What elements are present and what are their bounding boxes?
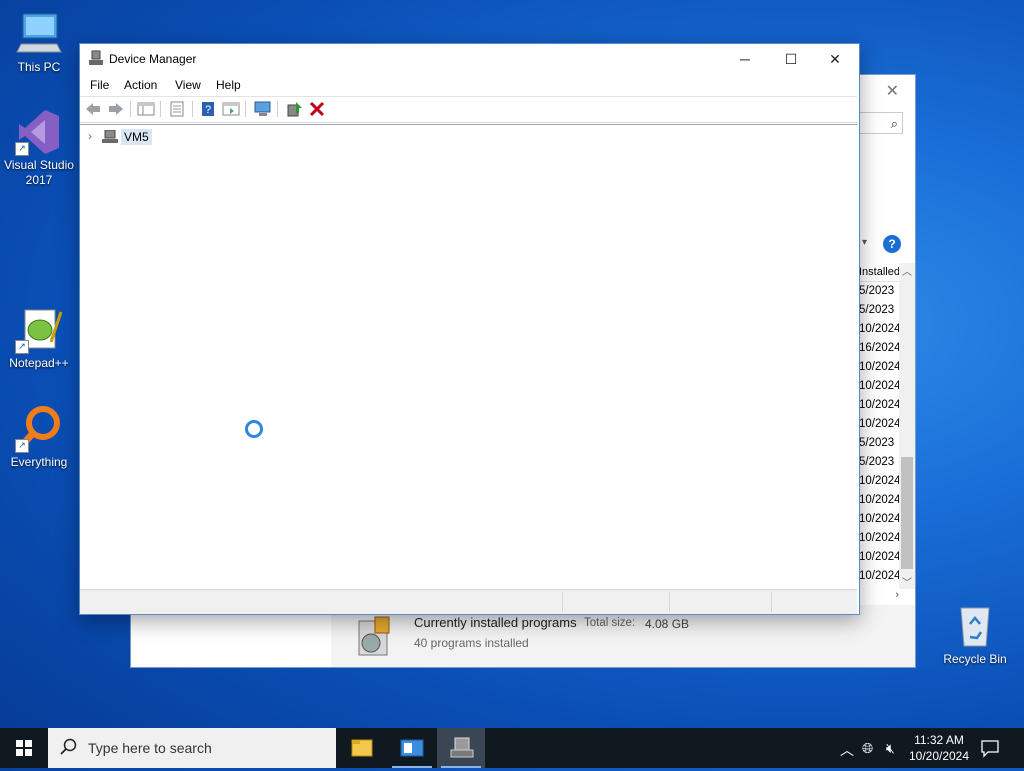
clock-time: 11:32 AM	[914, 733, 964, 747]
taskbar: Type here to search ︿ 🌐︎ 🔇︎ 11:32 AM 10/…	[0, 728, 1024, 768]
total-size-value: 4.08 GB	[645, 617, 690, 631]
desktop-icon-label: Visual Studio 2017	[4, 158, 74, 187]
control-panel-icon	[400, 739, 424, 757]
desktop-icon-this-pc[interactable]: This PC	[1, 10, 77, 75]
clock-date: 10/20/2024	[908, 749, 970, 763]
desktop-icon-label: Everything	[10, 455, 68, 469]
help-book-icon[interactable]: ?	[199, 101, 217, 117]
action-pane-icon[interactable]	[222, 101, 240, 117]
forward-arrow-icon[interactable]	[107, 101, 125, 117]
menu-file[interactable]: File	[90, 78, 109, 92]
vertical-scrollbar[interactable]: ︿ ﹀	[899, 263, 915, 589]
everything-search-icon: ↗	[15, 405, 63, 453]
shortcut-arrow-icon: ↗	[15, 142, 29, 156]
total-size-label: Total size:	[584, 617, 636, 629]
search-icon	[60, 738, 77, 755]
chevron-up-icon[interactable]: ︿	[840, 740, 854, 760]
taskbar-file-explorer[interactable]	[338, 728, 386, 768]
scan-hardware-icon[interactable]	[254, 101, 272, 117]
desktop-icon-label: This PC	[17, 60, 61, 74]
start-button[interactable]	[0, 728, 48, 768]
summary-title: Currently installed programs	[414, 615, 577, 630]
toolbar: ?	[80, 96, 857, 123]
search-placeholder: Type here to search	[88, 740, 212, 756]
back-arrow-icon[interactable]	[84, 101, 102, 117]
close-icon[interactable]: ✕	[886, 81, 899, 101]
chevron-right-icon[interactable]: ›	[88, 129, 92, 143]
desktop-icon-label: Notepad++	[9, 356, 69, 370]
menu-bar: File Action View Help	[80, 74, 859, 96]
device-manager-window[interactable]: Device Manager ─ ☐ ✕ File Action View He…	[79, 43, 860, 615]
status-bar	[80, 589, 857, 614]
taskbar-device-manager[interactable]	[437, 728, 485, 768]
volume-muted-icon[interactable]: 🔇︎	[886, 740, 895, 757]
network-icon[interactable]: 🌐︎	[862, 740, 873, 757]
chevron-down-icon[interactable]: ﹀	[902, 574, 912, 589]
desktop-icon-recycle-bin[interactable]: Recycle Bin	[937, 602, 1013, 667]
chevron-down-icon[interactable]: ▾	[862, 237, 867, 248]
window-title: Device Manager	[109, 52, 197, 66]
menu-action[interactable]: Action	[124, 78, 157, 92]
title-bar[interactable]: Device Manager ─ ☐ ✕	[80, 44, 859, 74]
minimize-button[interactable]: ─	[722, 44, 768, 74]
svg-text:?: ?	[205, 104, 211, 116]
desktop-icon-visual-studio[interactable]: ↗ Visual Studio 2017	[1, 108, 77, 188]
chevron-up-icon[interactable]: ︿	[902, 263, 912, 278]
device-manager-icon	[450, 737, 474, 758]
properties-icon[interactable]	[168, 101, 186, 117]
close-button[interactable]: ✕	[812, 44, 858, 74]
computer-icon	[15, 10, 63, 58]
scrollbar-thumb[interactable]	[901, 457, 913, 569]
update-driver-icon[interactable]	[286, 101, 304, 117]
device-manager-icon	[89, 50, 103, 66]
taskbar-control-panel[interactable]	[388, 728, 436, 768]
help-icon[interactable]: ?	[883, 235, 901, 253]
menu-help[interactable]: Help	[216, 78, 241, 92]
notepadpp-icon: ↗	[15, 306, 63, 354]
shortcut-arrow-icon: ↗	[15, 340, 29, 354]
desktop-icon-label: Recycle Bin	[943, 652, 1007, 666]
show-hide-console-tree-icon[interactable]	[137, 101, 155, 117]
desktop-icon-notepadpp[interactable]: ↗ Notepad++	[1, 306, 77, 371]
programs-icon	[355, 615, 393, 659]
device-tree[interactable]: › VM5	[80, 124, 857, 589]
visual-studio-icon: ↗	[15, 108, 63, 156]
recycle-bin-icon	[951, 602, 999, 650]
folder-icon	[351, 739, 373, 757]
tree-node-label[interactable]: VM5	[121, 129, 152, 145]
program-count: 40 programs installed	[414, 636, 529, 650]
windows-logo-icon	[16, 740, 32, 756]
menu-view[interactable]: View	[175, 78, 201, 92]
maximize-button[interactable]: ☐	[768, 44, 814, 74]
shortcut-arrow-icon: ↗	[15, 439, 29, 453]
search-icon[interactable]: ⌕	[859, 112, 903, 134]
clock[interactable]: 11:32 AM 10/20/2024	[908, 732, 970, 764]
taskbar-search-box[interactable]: Type here to search	[48, 728, 336, 768]
desktop-icon-everything[interactable]: ↗ Everything	[1, 405, 77, 470]
notification-icon[interactable]	[980, 738, 1000, 758]
chevron-right-icon[interactable]: ›	[895, 589, 899, 601]
uninstall-device-icon[interactable]	[308, 101, 326, 117]
computer-icon	[102, 129, 118, 144]
loading-spinner	[245, 420, 263, 438]
